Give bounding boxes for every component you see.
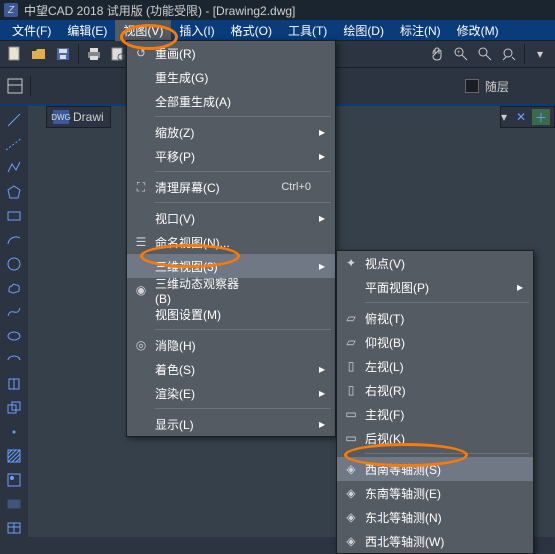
submenu-left-view[interactable]: ▯左视(L) (337, 354, 533, 378)
submenu-nw-isometric[interactable]: ◈西北等轴测(W) (337, 529, 533, 553)
menu-item-clean-screen[interactable]: ⛶清理屏幕(C)Ctrl+0 (127, 175, 335, 199)
menu-item-display[interactable]: 显示(L)▸ (127, 412, 335, 436)
submenu-plan-view[interactable]: 平面视图(P)▸ (337, 275, 533, 299)
menu-format[interactable]: 格式(O) (223, 20, 280, 41)
back-view-icon: ▭ (337, 431, 365, 445)
new-doc-icon[interactable]: ＋ (532, 109, 550, 125)
close-doc-icon[interactable]: ✕ (512, 109, 530, 125)
submenu-front-view[interactable]: ▭主视(F) (337, 402, 533, 426)
construction-line-icon[interactable] (4, 134, 24, 154)
print-icon[interactable] (83, 43, 105, 65)
view-dropdown-menu: ↺重画(R) 重生成(G) 全部重生成(A) 缩放(Z)▸ 平移(P)▸ ⛶清理… (126, 40, 336, 437)
menu-item-pan[interactable]: 平移(P)▸ (127, 144, 335, 168)
circle-tool-icon[interactable] (4, 254, 24, 274)
menu-item-view-settings[interactable]: 视图设置(M) (127, 302, 335, 326)
hide-icon: ◎ (127, 338, 155, 352)
menu-modify[interactable]: 修改(M) (449, 20, 507, 41)
dwg-file-icon: DWG (53, 110, 69, 124)
window-title: 中望CAD 2018 试用版 (功能受限) - [Drawing2.dwg] (24, 2, 295, 19)
pan-hand-icon[interactable] (426, 43, 448, 65)
zoom-prev-icon[interactable] (498, 43, 520, 65)
arc-tool-icon[interactable] (4, 230, 24, 250)
left-view-icon: ▯ (337, 359, 365, 373)
zoom-realtime-icon[interactable]: + (450, 43, 472, 65)
zoom-window-icon[interactable] (474, 43, 496, 65)
bylayer-checkbox[interactable] (465, 79, 479, 93)
menu-item-zoom[interactable]: 缩放(Z)▸ (127, 120, 335, 144)
title-bar: Z 中望CAD 2018 试用版 (功能受限) - [Drawing2.dwg] (0, 0, 555, 20)
ellipse-tool-icon[interactable] (4, 326, 24, 346)
submenu-viewpoint[interactable]: ✦视点(V) (337, 251, 533, 275)
viewpoint-icon: ✦ (337, 256, 365, 270)
menu-bar: 文件(F) 编辑(E) 视图(V) 插入(I) 格式(O) 工具(T) 绘图(D… (0, 20, 555, 40)
bottom-view-icon: ▱ (337, 335, 365, 349)
menu-item-render[interactable]: 渲染(E)▸ (127, 381, 335, 405)
submenu-top-view[interactable]: ▱俯视(T) (337, 306, 533, 330)
document-tab-label: Drawi (73, 110, 104, 124)
menu-item-regen[interactable]: 重生成(G) (127, 65, 335, 89)
point-tool-icon[interactable] (4, 422, 24, 442)
revcloud-tool-icon[interactable] (4, 278, 24, 298)
table-tool-icon[interactable] (4, 518, 24, 538)
insert-block-icon[interactable] (4, 374, 24, 394)
draw-toolbar (0, 106, 28, 538)
gradient-tool-icon[interactable] (4, 470, 24, 490)
submenu-sw-isometric[interactable]: ◈西南等轴测(S) (337, 457, 533, 481)
menu-item-named-view[interactable]: ☰命名视图(N)... (127, 230, 335, 254)
app-logo: Z (4, 3, 18, 17)
tool-icon[interactable]: ▾ (529, 43, 551, 65)
line-tool-icon[interactable] (4, 110, 24, 130)
polyline-tool-icon[interactable] (4, 158, 24, 178)
menu-item-redraw[interactable]: ↺重画(R) (127, 41, 335, 65)
open-file-icon[interactable] (28, 43, 50, 65)
3d-view-submenu: ✦视点(V) 平面视图(P)▸ ▱俯视(T) ▱仰视(B) ▯左视(L) ▯右视… (336, 250, 534, 554)
clean-screen-icon: ⛶ (127, 180, 155, 195)
properties-icon[interactable] (4, 75, 26, 97)
hatch-tool-icon[interactable] (4, 446, 24, 466)
menu-tools[interactable]: 工具(T) (280, 20, 335, 41)
menu-item-regen-all[interactable]: 全部重生成(A) (127, 89, 335, 113)
menu-annotate[interactable]: 标注(N) (392, 20, 449, 41)
document-tab[interactable]: DWG Drawi (46, 106, 111, 128)
menu-item-viewport[interactable]: 视口(V)▸ (127, 206, 335, 230)
submenu-se-isometric[interactable]: ◈东南等轴测(E) (337, 481, 533, 505)
se-iso-icon: ◈ (337, 486, 365, 500)
sw-iso-icon: ◈ (337, 462, 365, 476)
dropdown-caret-icon[interactable]: ▾ (501, 110, 507, 124)
menu-file[interactable]: 文件(F) (4, 20, 59, 41)
right-view-icon: ▯ (337, 383, 365, 397)
top-view-icon: ▱ (337, 311, 365, 325)
menu-view[interactable]: 视图(V) (115, 20, 171, 41)
submenu-right-view[interactable]: ▯右视(R) (337, 378, 533, 402)
menu-item-3d-orbit[interactable]: ◉三维动态观察器(B) (127, 278, 335, 302)
spline-tool-icon[interactable] (4, 302, 24, 322)
rectangle-tool-icon[interactable] (4, 206, 24, 226)
new-file-icon[interactable] (4, 43, 26, 65)
nw-iso-icon: ◈ (337, 534, 365, 548)
region-tool-icon[interactable] (4, 494, 24, 514)
submenu-ne-isometric[interactable]: ◈东北等轴测(N) (337, 505, 533, 529)
bylayer-label: 随层 (485, 78, 509, 95)
ellipse-arc-tool-icon[interactable] (4, 350, 24, 370)
front-view-icon: ▭ (337, 407, 365, 421)
menu-draw[interactable]: 绘图(D) (335, 20, 392, 41)
redraw-icon: ↺ (127, 46, 155, 60)
submenu-back-view[interactable]: ▭后视(K) (337, 426, 533, 450)
menu-item-shade[interactable]: 着色(S)▸ (127, 357, 335, 381)
doc-window-controls: ▾ ✕ ＋ (500, 106, 555, 128)
save-icon[interactable] (52, 43, 74, 65)
submenu-bottom-view[interactable]: ▱仰视(B) (337, 330, 533, 354)
orbit-icon: ◉ (127, 283, 155, 297)
polygon-tool-icon[interactable] (4, 182, 24, 202)
menu-insert[interactable]: 插入(I) (171, 20, 222, 41)
svg-text:+: + (457, 50, 461, 56)
make-block-icon[interactable] (4, 398, 24, 418)
ne-iso-icon: ◈ (337, 510, 365, 524)
named-view-icon: ☰ (127, 235, 155, 249)
menu-edit[interactable]: 编辑(E) (59, 20, 115, 41)
menu-item-hide[interactable]: ◎消隐(H) (127, 333, 335, 357)
